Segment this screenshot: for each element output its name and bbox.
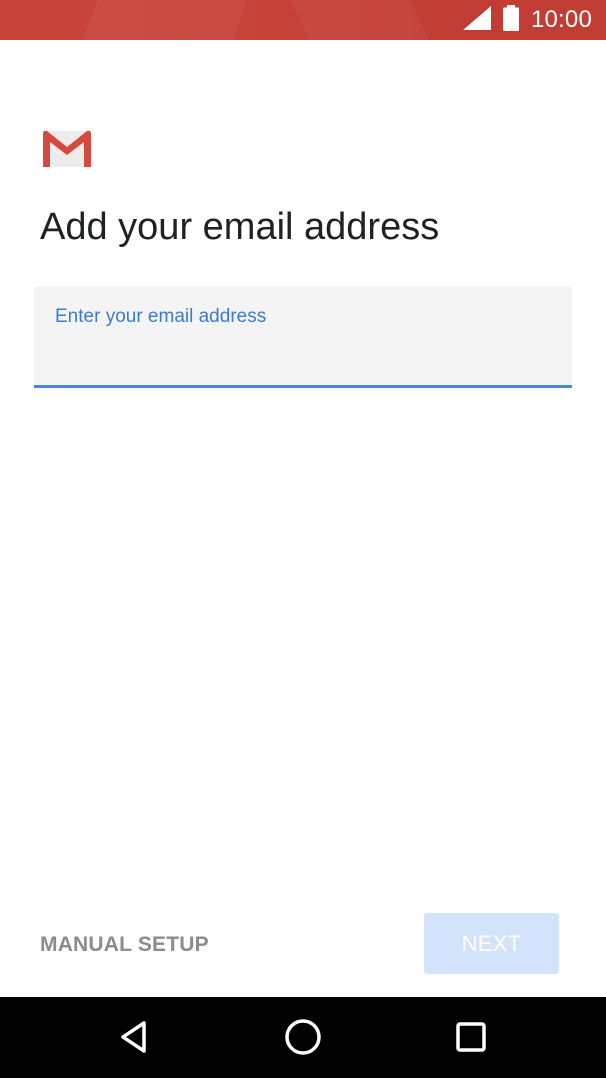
manual-setup-button[interactable]: MANUAL SETUP [40,928,209,962]
status-icons: 10:00 [462,0,592,40]
status-time: 10:00 [530,6,592,33]
email-field[interactable]: Enter your email address [34,286,572,388]
page-title: Add your email address [40,206,440,248]
email-input[interactable] [55,338,551,374]
email-field-label: Enter your email address [55,306,267,327]
next-button[interactable]: NEXT [424,913,559,974]
battery-icon [502,4,519,36]
navigation-bar [0,997,606,1078]
back-icon[interactable] [113,1015,157,1059]
home-icon[interactable] [281,1015,325,1059]
status-bar: 10:00 [0,0,606,40]
recents-icon[interactable] [449,1015,493,1059]
signal-icon [462,5,491,35]
gmail-logo [40,128,94,168]
